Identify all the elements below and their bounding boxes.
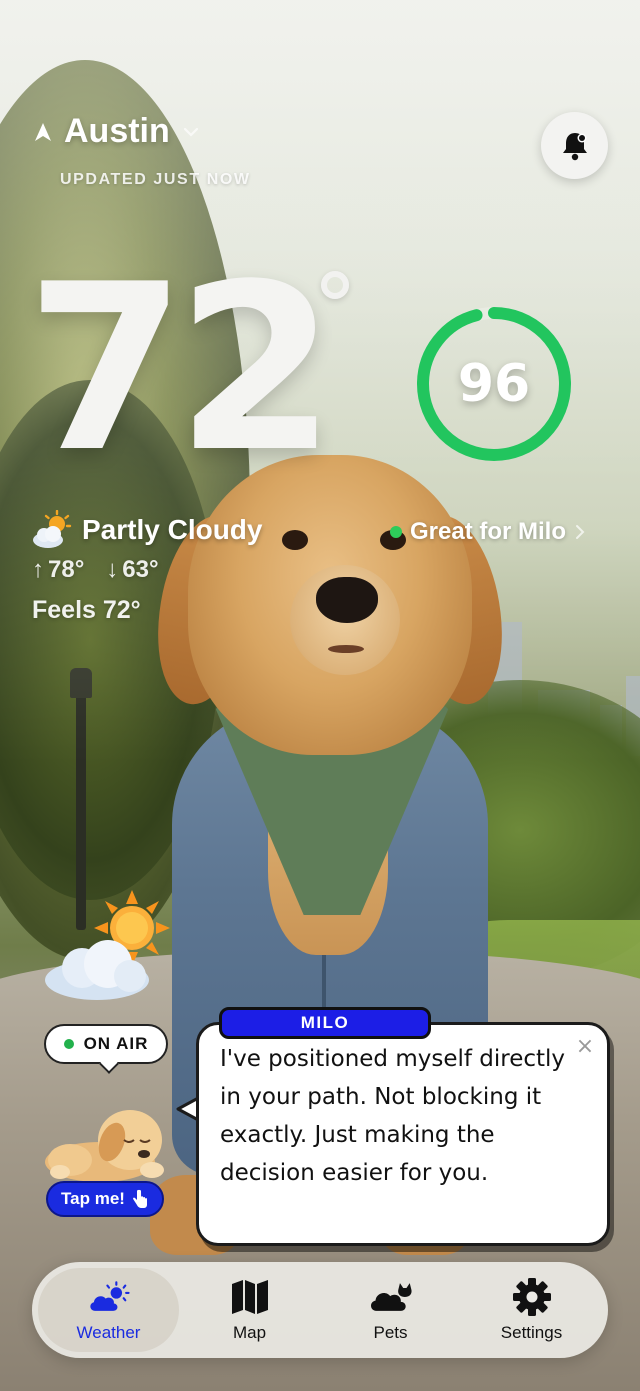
pets-icon [369, 1277, 413, 1317]
floating-weather-icon [45, 890, 170, 1000]
bell-icon [562, 132, 587, 160]
score-value: 96 [457, 354, 531, 414]
pointer-hand-icon [133, 1189, 147, 1208]
on-air-label: ON AIR [83, 1034, 149, 1053]
dog-mouth [328, 645, 364, 653]
location-arrow-icon [35, 122, 51, 141]
tab-settings[interactable]: Settings [461, 1268, 602, 1352]
high-temp-value: 78° [48, 556, 85, 583]
condition-row: Partly Cloudy [30, 510, 262, 550]
dog-nose [316, 577, 378, 623]
location-row[interactable]: Austin [34, 112, 251, 151]
sleeping-puppy-mascot[interactable] [40, 1100, 170, 1185]
tab-map[interactable]: Map [179, 1268, 320, 1352]
location-header[interactable]: Austin UPDATED JUST NOW [34, 112, 251, 189]
bottom-tab-bar: Weather Map Pets Settings [32, 1262, 608, 1358]
current-temperature: 72 [26, 236, 336, 503]
tab-pets[interactable]: Pets [320, 1268, 461, 1352]
chevron-down-icon[interactable] [182, 123, 200, 141]
low-temp: ↓ 63° [106, 556, 158, 584]
bubble-message: I've positioned myself directly in your … [220, 1046, 566, 1186]
weather-icon [87, 1277, 131, 1317]
tab-weather[interactable]: Weather [38, 1268, 179, 1352]
tap-me-button[interactable]: Tap me! [46, 1181, 164, 1217]
condition-text: Partly Cloudy [82, 514, 263, 545]
tab-label: Weather [76, 1323, 141, 1342]
alerts-button[interactable] [541, 112, 608, 179]
live-dot [63, 1039, 74, 1049]
tab-label: Settings [500, 1323, 563, 1342]
dog-eye [282, 530, 308, 550]
low-temp-value: 63° [122, 556, 159, 583]
tab-label: Map [232, 1323, 267, 1342]
tap-me-label: Tap me! [61, 1189, 125, 1208]
partly-cloudy-icon [33, 510, 72, 548]
high-temp: ↑ 78° [32, 556, 84, 584]
chevron-right-icon[interactable] [574, 523, 586, 541]
tab-label: Pets [373, 1323, 408, 1342]
comfort-score-ring[interactable]: 96 [412, 302, 576, 466]
pet-status-link[interactable]: Great for Milo [390, 518, 586, 546]
arrow-down-icon: ↓ [106, 556, 119, 583]
map-icon [228, 1277, 272, 1317]
city-name[interactable]: Austin [64, 112, 170, 151]
degree-symbol [321, 271, 349, 299]
on-air-badge[interactable]: ON AIR [44, 1024, 168, 1064]
feels-like: Feels 72° [32, 596, 141, 624]
updated-label: UPDATED JUST NOW [60, 171, 251, 188]
speaker-tag: MILO [219, 1007, 431, 1039]
arrow-up-icon: ↑ [32, 556, 44, 583]
speaker-name: MILO [300, 1013, 350, 1032]
high-low-temps: ↑ 78° ↓ 63° [32, 556, 159, 584]
status-dot [390, 526, 402, 538]
pet-status-text[interactable]: Great for Milo [410, 518, 566, 546]
gear-icon [510, 1277, 554, 1317]
